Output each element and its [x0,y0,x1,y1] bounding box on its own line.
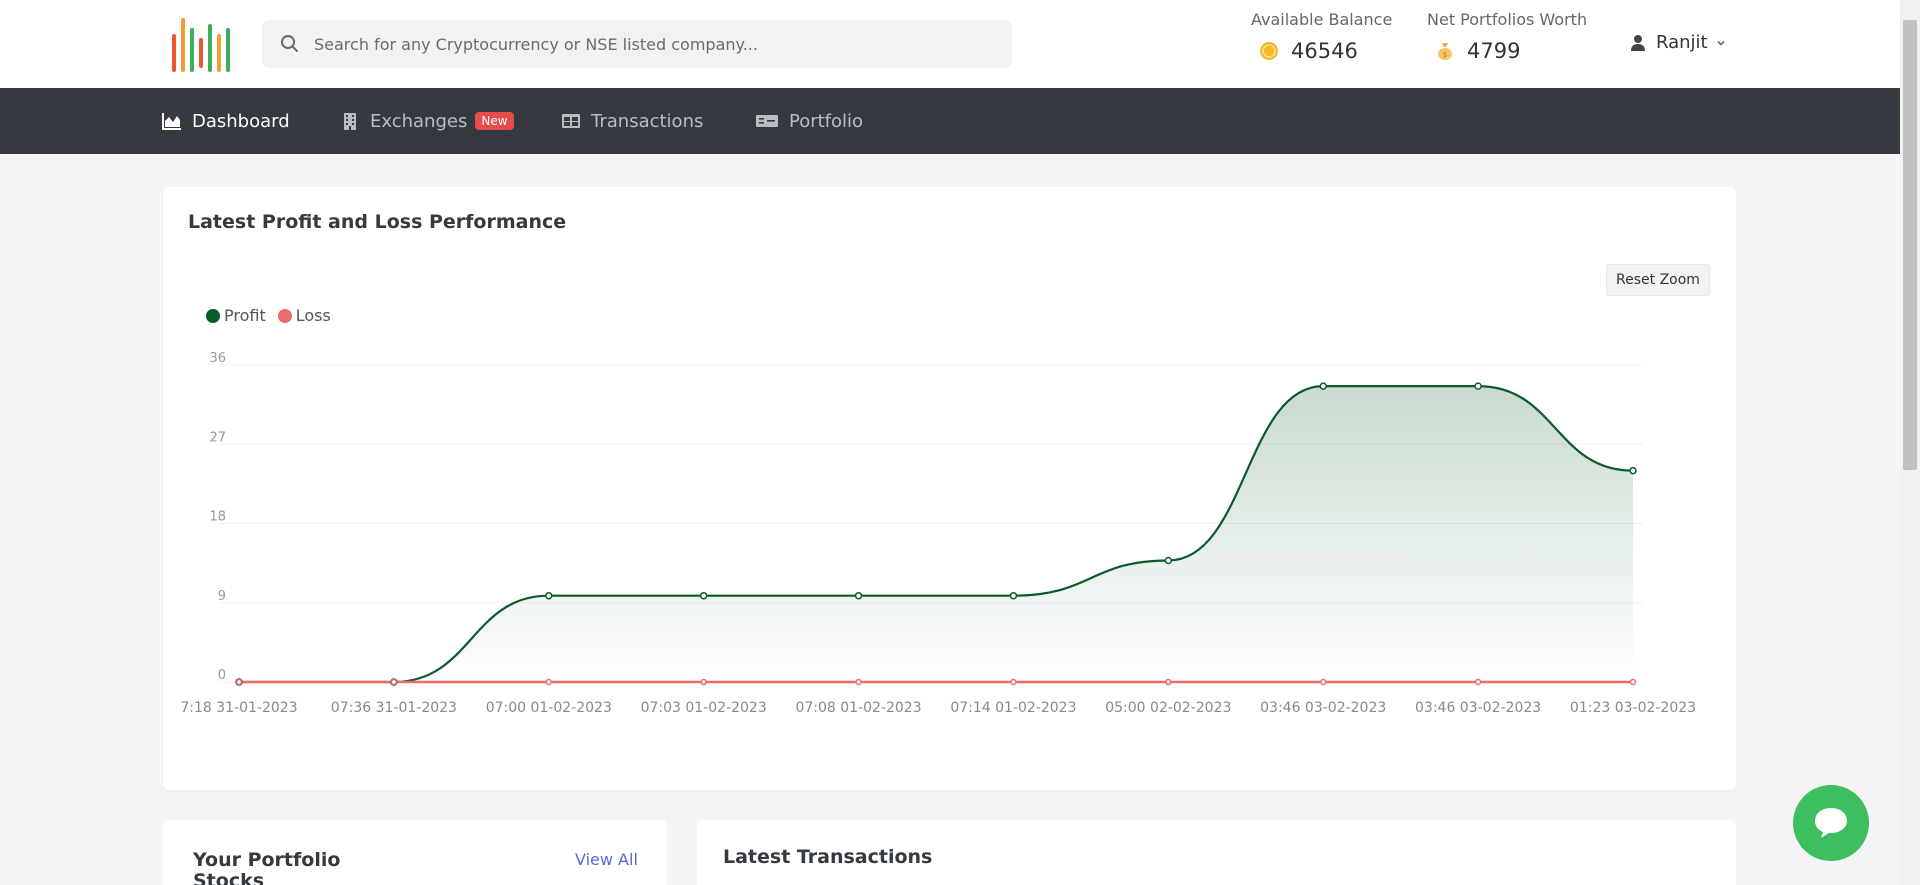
net-worth-label: Net Portfolios Worth [1427,10,1588,29]
loss-point [700,678,707,686]
building-icon [344,113,356,130]
available-balance: Available Balance 46546 [1251,10,1392,63]
top-header: Available Balance 46546 Net Portfolios W… [0,0,1900,88]
x-tick-label: 05:00 02-02-2023 [1105,700,1231,716]
available-balance-value: 46546 [1291,39,1358,63]
profit-point [1164,556,1173,565]
transactions-card-title: Latest Transactions [723,846,933,868]
y-tick-label: 9 [218,589,226,604]
chat-bubble-icon [1815,808,1847,838]
money-bill-icon [756,115,778,127]
x-tick-label: 7:18 31-01-2023 [180,700,297,716]
user-name: Ranjit [1656,32,1708,53]
loss-point [1010,678,1017,686]
logo-icon[interactable] [170,16,234,74]
profit-point [1319,382,1327,390]
page-scrollbar[interactable] [1900,0,1920,885]
y-tick-label: 18 [209,510,226,525]
profit-point [854,591,863,600]
new-badge: New [475,112,514,130]
loss-point [390,678,398,686]
net-worth-value: 4799 [1467,39,1521,63]
profit-point [1009,591,1018,600]
coin-icon [1260,42,1278,60]
loss-point [1319,678,1327,686]
loss-point [545,678,553,686]
table-icon [562,114,580,128]
nav-dashboard[interactable]: Dashboard [162,88,290,154]
y-tick-label: 0 [218,668,226,683]
svg-text:$: $ [1443,51,1447,59]
profit-point [1474,382,1482,390]
main-navbar: Dashboard Exchanges New Transactions Por… [0,88,1900,154]
nav-portfolio[interactable]: Portfolio [755,88,863,154]
nav-transactions-label: Transactions [591,110,704,132]
user-menu[interactable]: Ranjit [1630,32,1726,53]
x-tick-label: 03:46 03-02-2023 [1260,700,1386,716]
money-bag-icon: $ [1438,43,1452,60]
profit-point [1629,466,1637,475]
search-icon [281,35,298,52]
portfolio-card-title: Your Portfolio Stocks [193,849,341,885]
search-bar[interactable] [262,20,1012,68]
y-tick-label: 27 [209,430,226,445]
net-portfolio-worth: Net Portfolios Worth $ 4799 [1427,10,1587,63]
area-chart-icon [162,113,181,130]
available-balance-label: Available Balance [1251,10,1393,29]
profit-point [545,591,553,600]
loss-point [1474,678,1482,686]
view-all-link[interactable]: View All [575,850,638,869]
x-tick-label: 07:08 01-02-2023 [795,700,921,716]
loss-point [1629,678,1637,686]
x-tick-label: 07:03 01-02-2023 [641,700,767,716]
loss-point [855,678,862,686]
nav-transactions[interactable]: Transactions [561,88,703,154]
x-tick-label: 01:23 03-02-2023 [1570,700,1696,716]
x-tick-label: 07:14 01-02-2023 [950,700,1076,716]
nav-portfolio-label: Portfolio [789,110,864,132]
user-icon [1631,34,1645,51]
profit-point [699,591,708,600]
x-tick-label: 03:46 03-02-2023 [1415,700,1541,716]
loss-point [1165,678,1172,686]
portfolio-card: Your Portfolio Stocks View All [163,820,667,885]
nav-exchanges[interactable]: Exchanges New [340,88,514,154]
profit-loss-chart[interactable]: 0 9 18 27 36 7:18 31-01-2023 07:36 31-01-2023 0… [163,187,1736,747]
y-tick-label: 36 [209,351,226,366]
scrollbar-thumb[interactable] [1903,20,1917,470]
chat-button[interactable] [1793,785,1869,861]
profit-loss-card: Latest Profit and Loss Performance Reset… [163,187,1736,790]
search-input[interactable] [314,34,994,54]
x-tick-label: 07:00 01-02-2023 [486,700,612,716]
transactions-card: Latest Transactions [697,820,1736,885]
x-tick-label: 07:36 31-01-2023 [331,700,457,716]
nav-dashboard-label: Dashboard [192,110,290,132]
loss-point [235,678,243,686]
profit-area [239,386,1633,682]
nav-exchanges-label: Exchanges [370,110,468,132]
chevron-down-icon [1717,40,1725,45]
